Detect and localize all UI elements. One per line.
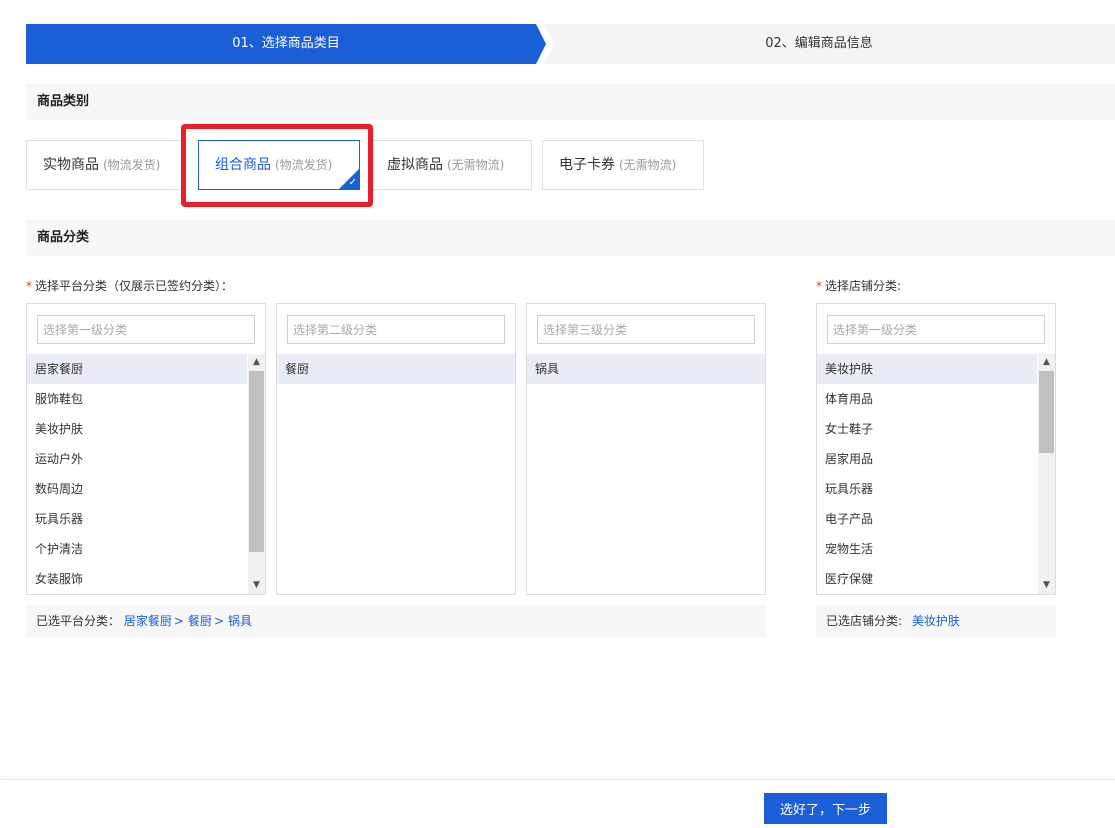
required-mark: *	[26, 279, 32, 293]
check-icon: ✓	[348, 177, 357, 188]
shop-level1-list: 美妆护肤 体育用品 女士鞋子 居家用品 玩具乐器 电子产品 宠物生活 医疗保健	[817, 354, 1037, 594]
platform-level1-panel: 居家餐厨 服饰鞋包 美妆护肤 运动户外 数码周边 玩具乐器 个护清洁 女装服饰 …	[26, 303, 266, 595]
shop-selected-summary: 已选店铺分类: 美妆护肤	[816, 605, 1056, 637]
platform-level3-panel: 锅具	[526, 303, 766, 595]
list-item[interactable]: 数码周边	[27, 474, 247, 504]
type-name: 组合商品	[215, 157, 271, 173]
list-item[interactable]: 美妆护肤	[27, 414, 247, 444]
list-item[interactable]: 体育用品	[817, 384, 1037, 414]
platform-level1-list: 居家餐厨 服饰鞋包 美妆护肤 运动户外 数码周边 玩具乐器 个护清洁 女装服饰	[27, 354, 247, 594]
list-item[interactable]: 居家用品	[817, 444, 1037, 474]
list-item[interactable]: 玩具乐器	[817, 474, 1037, 504]
section-product-category: 商品分类	[26, 220, 1115, 256]
step-label: 02、编辑商品信息	[765, 36, 873, 51]
list-item[interactable]: 医疗保健	[817, 564, 1037, 594]
type-name: 实物商品	[43, 157, 99, 173]
label-text: 选择店铺分类:	[825, 279, 902, 293]
path-separator: >	[173, 614, 184, 628]
type-card-virtual[interactable]: 虚拟商品 (无需物流)	[370, 140, 532, 190]
summary-shop-category[interactable]: 美妆护肤	[912, 614, 960, 628]
scroll-up-icon[interactable]: ▲	[248, 354, 265, 371]
scrollbar[interactable]: ▲ ▼	[1038, 354, 1055, 594]
step-bar: 01、选择商品类目 02、编辑商品信息	[26, 24, 1115, 64]
list-item[interactable]: 女士鞋子	[817, 414, 1037, 444]
page: 01、选择商品类目 02、编辑商品信息 商品类别 实物商品 (物流发货) 组合商品…	[0, 0, 1115, 828]
platform-category-label: * 选择平台分类（仅展示已签约分类）：	[26, 277, 233, 294]
list-item[interactable]: 女装服饰	[27, 564, 247, 594]
type-card-ecard[interactable]: 电子卡券 (无需物流)	[542, 140, 704, 190]
list-item[interactable]: 服饰鞋包	[27, 384, 247, 414]
list-item[interactable]: 玩具乐器	[27, 504, 247, 534]
selected-corner: ✓	[339, 169, 359, 189]
step-edit-info: 02、编辑商品信息	[544, 24, 1094, 64]
platform-level3-list: 锅具	[527, 354, 765, 384]
type-sub: (物流发货)	[275, 158, 333, 172]
step-select-category: 01、选择商品类目	[26, 24, 546, 64]
list-item[interactable]: 餐厨	[277, 354, 515, 384]
platform-level2-search[interactable]	[287, 315, 505, 344]
platform-selected-summary: 已选平台分类： 居家餐厨 > 餐厨 > 锅具	[26, 605, 766, 637]
scroll-thumb[interactable]	[249, 371, 264, 552]
list-item[interactable]: 宠物生活	[817, 534, 1037, 564]
type-card-bundle[interactable]: 组合商品 (物流发货) ✓	[198, 140, 360, 190]
next-step-button[interactable]: 选好了，下一步	[764, 793, 887, 824]
scroll-thumb[interactable]	[1039, 371, 1054, 453]
shop-level1-panel: 美妆护肤 体育用品 女士鞋子 居家用品 玩具乐器 电子产品 宠物生活 医疗保健 …	[816, 303, 1056, 595]
required-mark: *	[816, 279, 822, 293]
section-product-type: 商品类别	[26, 84, 1115, 120]
shop-level1-search[interactable]	[827, 315, 1045, 344]
summary-label: 已选平台分类：	[36, 614, 121, 628]
scrollbar[interactable]: ▲ ▼	[248, 354, 265, 594]
summary-path-level3[interactable]: 锅具	[228, 614, 252, 628]
section-title: 商品类别	[37, 94, 90, 109]
scroll-down-icon[interactable]: ▼	[248, 577, 265, 594]
platform-level2-list: 餐厨	[277, 354, 515, 384]
footer-bar: 选好了，下一步	[0, 779, 1115, 828]
label-text: 选择平台分类（仅展示已签约分类）：	[35, 279, 234, 293]
platform-level1-search[interactable]	[37, 315, 255, 344]
summary-label: 已选店铺分类:	[826, 614, 903, 628]
list-item[interactable]: 锅具	[527, 354, 765, 384]
scroll-up-icon[interactable]: ▲	[1038, 354, 1055, 371]
summary-path-level1[interactable]: 居家餐厨	[124, 614, 172, 628]
list-item[interactable]: 电子产品	[817, 504, 1037, 534]
section-title: 商品分类	[37, 230, 90, 245]
list-item[interactable]: 个护清洁	[27, 534, 247, 564]
type-sub: (无需物流)	[619, 158, 677, 172]
type-name: 电子卡券	[559, 157, 615, 173]
type-card-physical[interactable]: 实物商品 (物流发货)	[26, 140, 182, 190]
platform-level3-search[interactable]	[537, 315, 755, 344]
type-sub: (物流发货)	[103, 158, 161, 172]
path-separator: >	[213, 614, 224, 628]
summary-path-level2[interactable]: 餐厨	[188, 614, 212, 628]
list-item[interactable]: 美妆护肤	[817, 354, 1037, 384]
list-item[interactable]: 运动户外	[27, 444, 247, 474]
list-item[interactable]: 居家餐厨	[27, 354, 247, 384]
step-label: 01、选择商品类目	[232, 36, 340, 51]
shop-category-label: * 选择店铺分类:	[816, 277, 901, 294]
platform-level2-panel: 餐厨	[276, 303, 516, 595]
type-name: 虚拟商品	[387, 157, 443, 173]
scroll-down-icon[interactable]: ▼	[1038, 577, 1055, 594]
type-sub: (无需物流)	[447, 158, 505, 172]
